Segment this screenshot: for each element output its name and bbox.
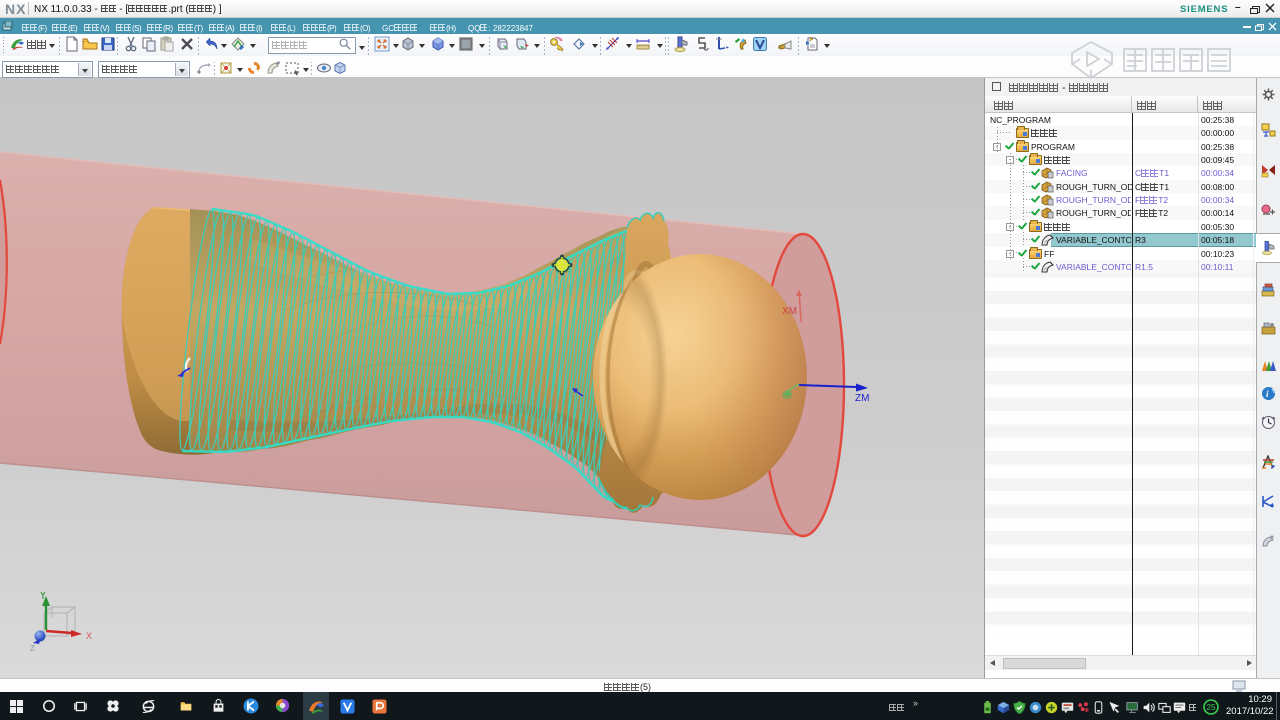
svg-text:ZM: ZM (855, 393, 869, 404)
svg-text:25: 25 (1207, 703, 1216, 712)
svg-text:Z: Z (30, 644, 35, 653)
svg-text:X: X (86, 631, 92, 641)
svg-text:XM: XM (782, 306, 797, 317)
